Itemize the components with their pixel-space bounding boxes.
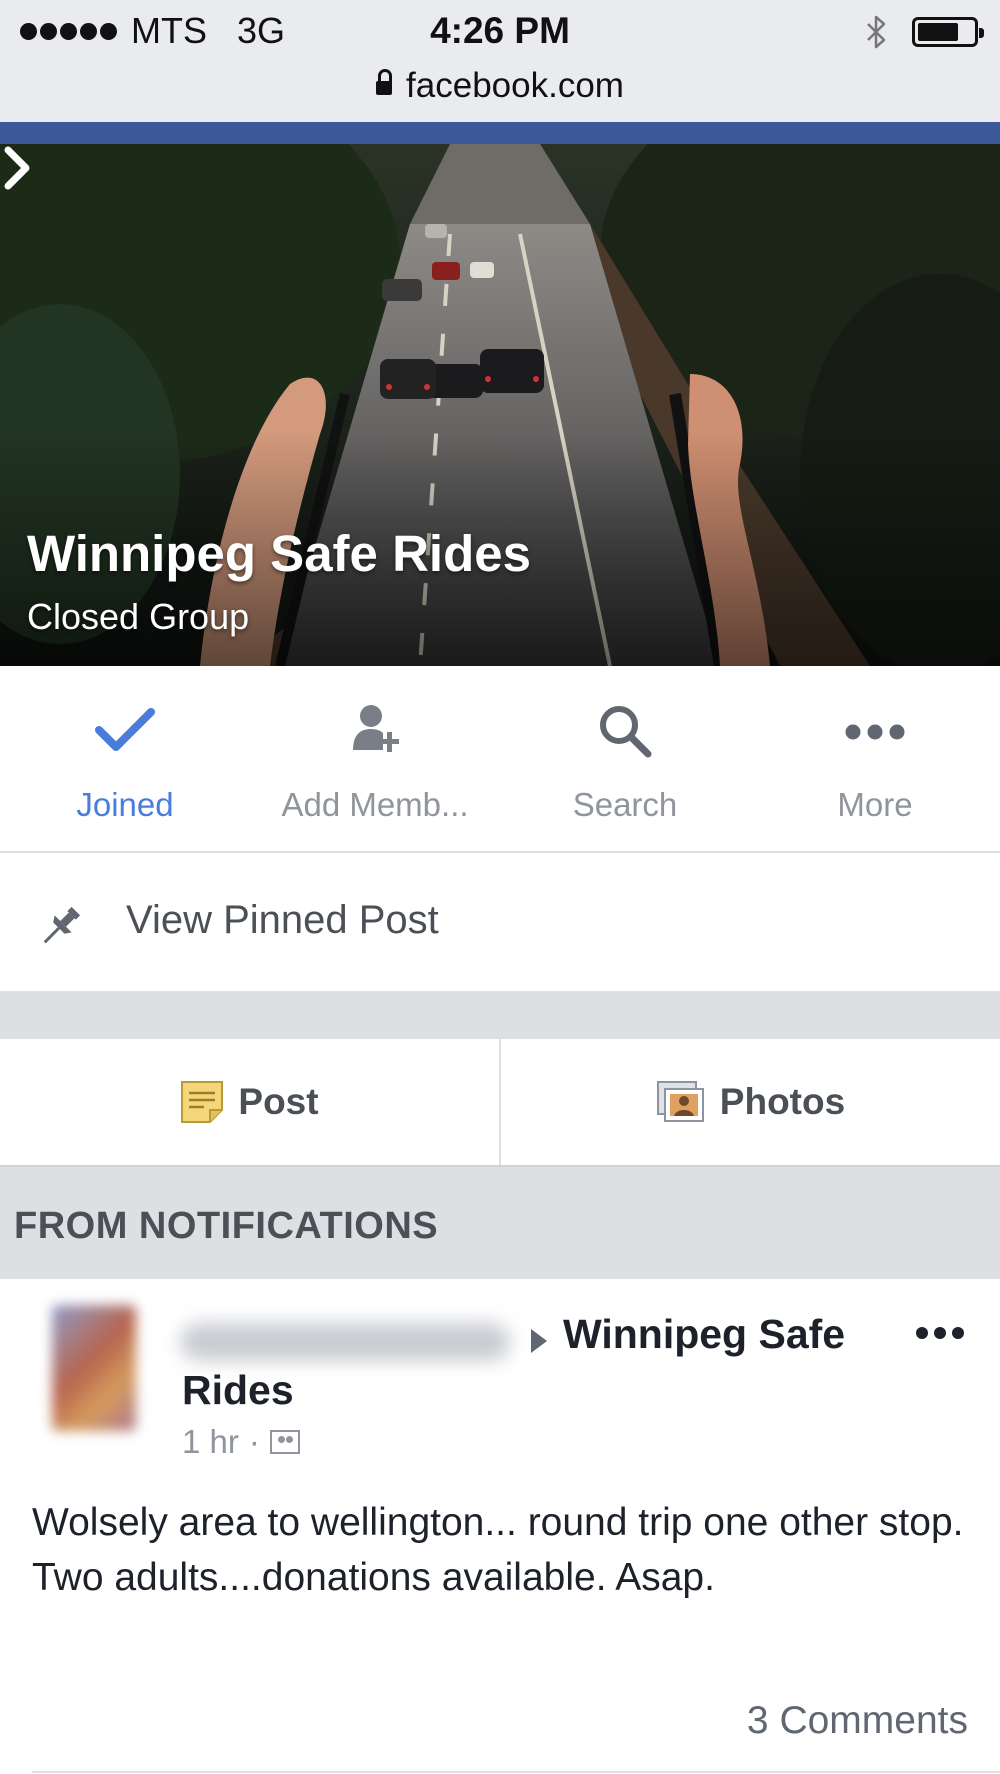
more-dots-icon	[845, 724, 905, 740]
search-label: Search	[572, 786, 678, 823]
avatar[interactable]	[52, 1305, 136, 1431]
view-pinned-post[interactable]: View Pinned Post	[0, 853, 1000, 993]
facebook-nav-bar	[0, 122, 1000, 144]
more-label: More	[837, 786, 913, 823]
group-type: Closed Group	[27, 596, 250, 637]
group-action-bar: Joined Add Memb... Search More	[0, 666, 1000, 853]
arrow-right-icon	[531, 1329, 547, 1353]
post-label: Post	[238, 1081, 319, 1122]
search-button[interactable]: Search	[500, 666, 750, 851]
checkmark-icon	[95, 708, 155, 751]
photos-icon	[656, 1081, 704, 1122]
post-group-name[interactable]: Winnipeg Safe	[563, 1311, 845, 1358]
add-member-icon	[353, 705, 399, 752]
group-audience-icon	[269, 1430, 300, 1454]
post-body: Wolsely area to wellington... round trip…	[32, 1501, 964, 1599]
section-label: FROM NOTIFICATIONS	[14, 1205, 439, 1247]
photos-label: Photos	[719, 1081, 846, 1122]
group-cover[interactable]: Winnipeg Safe Rides Closed Group	[0, 144, 1000, 666]
author-name-blurred[interactable]	[180, 1323, 510, 1361]
comments-link[interactable]: 3 Comments	[747, 1699, 968, 1743]
url-text: facebook.com	[406, 66, 624, 105]
status-bar: MTS 3G 4:26 PM facebook.com	[0, 0, 1000, 122]
battery-icon	[912, 17, 984, 47]
add-member-button[interactable]: Add Memb...	[250, 666, 500, 851]
joined-button[interactable]: Joined	[0, 666, 250, 851]
add-member-label: Add Memb...	[281, 786, 469, 823]
chevron-right-icon[interactable]	[0, 144, 34, 192]
post-meta: 1 hr ·	[182, 1423, 300, 1461]
url-bar[interactable]: facebook.com	[0, 66, 1000, 106]
composer-bar: Post Photos	[0, 1039, 1000, 1167]
group-title[interactable]: Winnipeg Safe Rides	[27, 524, 531, 583]
meta-separator: ·	[248, 1423, 260, 1460]
joined-label: Joined	[76, 786, 174, 823]
post-note-icon	[181, 1081, 224, 1123]
feed-post: Winnipeg Safe Rides 1 hr · Wolsely area …	[0, 1279, 1000, 1774]
pinned-label: View Pinned Post	[126, 898, 439, 942]
photos-button[interactable]: Photos	[499, 1039, 1000, 1165]
separator-band	[0, 993, 1000, 1039]
post-divider	[32, 1771, 1000, 1773]
post-options-icon[interactable]	[916, 1327, 964, 1339]
clock: 4:26 PM	[430, 10, 570, 51]
post-button[interactable]: Post	[0, 1039, 499, 1165]
post-group-name-cont[interactable]: Rides	[182, 1367, 294, 1414]
status-right	[864, 14, 984, 50]
bluetooth-icon	[867, 15, 886, 49]
pin-icon	[43, 906, 81, 944]
lock-icon	[376, 69, 393, 95]
cover-photo	[0, 144, 1000, 666]
section-header: FROM NOTIFICATIONS	[0, 1167, 1000, 1279]
more-button[interactable]: More	[750, 666, 1000, 851]
post-timestamp[interactable]: 1 hr	[182, 1423, 239, 1461]
search-icon	[600, 706, 652, 758]
